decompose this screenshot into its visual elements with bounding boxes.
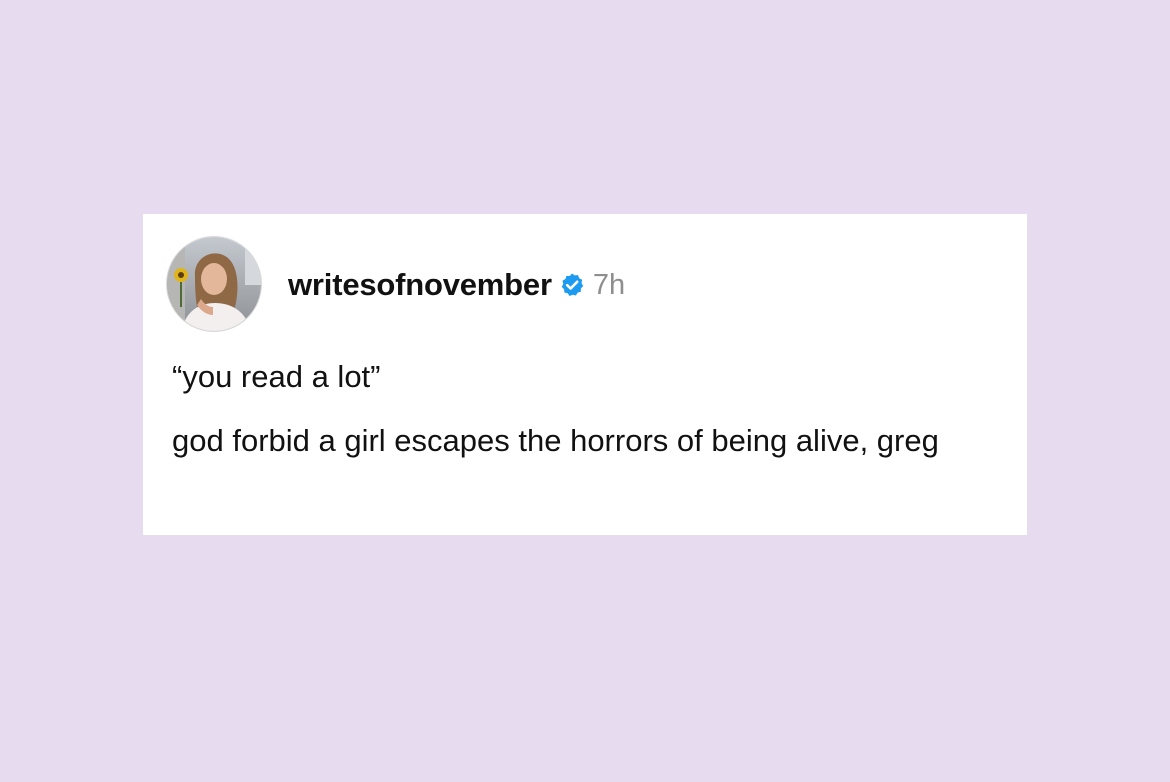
post-card: writesofnovember 7h “you read a lot” god…	[143, 214, 1027, 535]
post-header: writesofnovember 7h	[166, 235, 625, 333]
avatar[interactable]	[166, 236, 262, 332]
verified-badge-icon	[559, 272, 585, 298]
post-body: “you read a lot” god forbid a girl escap…	[172, 357, 1002, 461]
post-meta: writesofnovember 7h	[288, 267, 625, 303]
verified-check-icon	[561, 273, 584, 296]
post-text-line-1: “you read a lot”	[172, 359, 381, 394]
username-link[interactable]: writesofnovember	[288, 267, 552, 303]
avatar-photo	[167, 237, 261, 331]
post-text-line-2: god forbid a girl escapes the horrors of…	[172, 423, 939, 458]
post-timestamp: 7h	[592, 268, 626, 301]
page: { "post": { "username": "writesofnovembe…	[0, 0, 1170, 782]
